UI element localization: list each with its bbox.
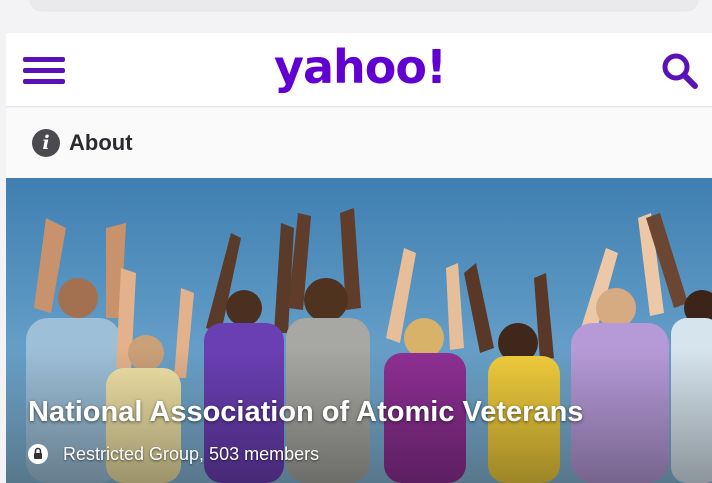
- group-hero-image: National Association of Atomic Veterans …: [6, 178, 712, 483]
- info-icon: i: [32, 129, 60, 157]
- browser-top-strip: [0, 0, 712, 32]
- group-membership-info: Restricted Group, 503 members: [63, 444, 320, 464]
- yahoo-header: yahoo!: [6, 33, 712, 107]
- menu-bar-line: [23, 57, 65, 62]
- search-icon[interactable]: [660, 51, 700, 91]
- menu-bar-line: [23, 68, 65, 73]
- browser-address-bar[interactable]: [30, 0, 698, 10]
- about-label[interactable]: About: [69, 129, 133, 157]
- hamburger-menu-icon[interactable]: [23, 55, 67, 87]
- app-frame: yahoo! i About National Association of A…: [0, 0, 712, 483]
- yahoo-logo[interactable]: yahoo!: [274, 37, 454, 97]
- menu-bar-line: [23, 79, 65, 84]
- about-section-bar[interactable]: i About: [6, 108, 712, 178]
- group-title: National Association of Atomic Veterans: [28, 396, 584, 428]
- lock-icon: [28, 444, 48, 464]
